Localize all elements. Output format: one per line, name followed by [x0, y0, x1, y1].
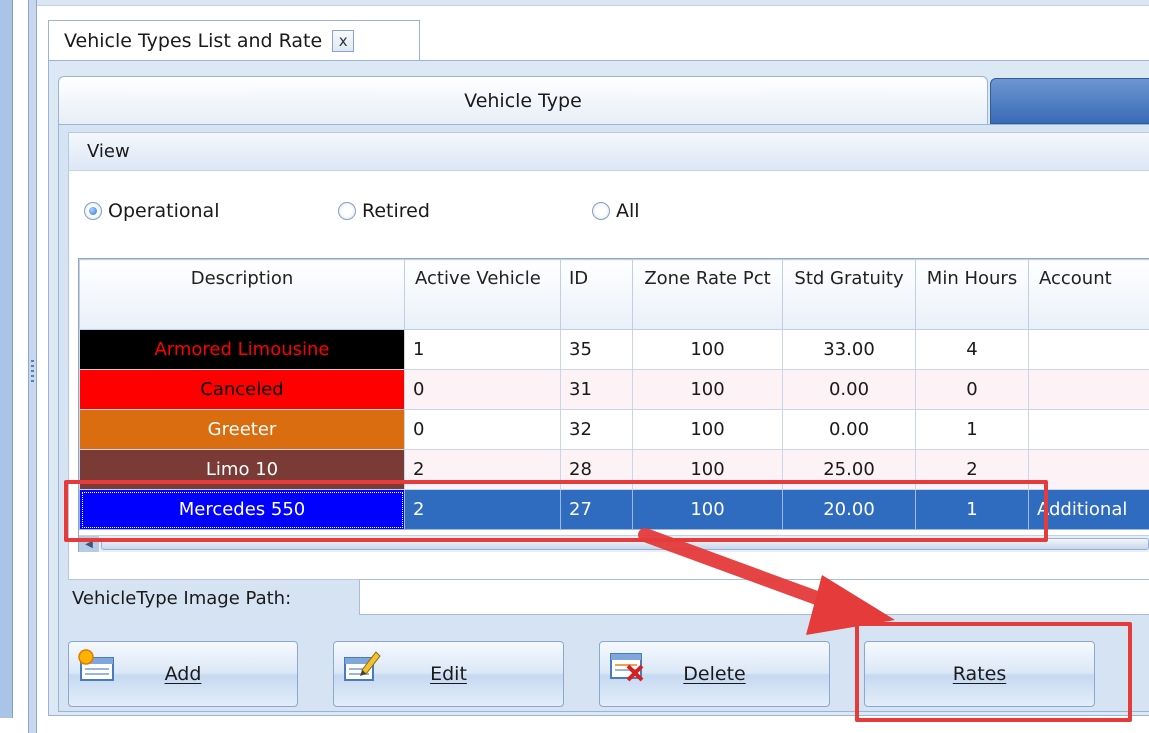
cell-min-hours[interactable]: 1: [915, 409, 1029, 450]
document-tab-title: Vehicle Types List and Rate: [64, 29, 323, 52]
cell-active-vehicle[interactable]: 0: [404, 369, 561, 410]
view-header: View: [69, 133, 1149, 171]
radio-retired[interactable]: Retired: [338, 200, 430, 222]
cell-id[interactable]: 35: [560, 329, 633, 370]
document-tab[interactable]: Vehicle Types List and Rate x: [48, 20, 420, 60]
add-button[interactable]: Add: [68, 641, 298, 707]
table-row[interactable]: Armored Limousine 1 35 100 33.00 4: [79, 329, 1149, 370]
radio-all[interactable]: All: [592, 200, 640, 222]
radio-unselected-icon: [592, 202, 610, 220]
cell-min-hours[interactable]: 0: [915, 369, 1029, 410]
radio-operational-label: Operational: [108, 200, 220, 222]
col-zone-rate-pct[interactable]: Zone Rate Pct: [632, 259, 783, 330]
add-button-label: Add: [164, 663, 202, 685]
delete-button-label: Delete: [683, 663, 746, 685]
splitter-grip[interactable]: [31, 360, 34, 382]
cell-description[interactable]: Armored Limousine: [79, 329, 405, 370]
rates-button-highlight: [855, 622, 1132, 722]
image-path-label: VehicleType Image Path:: [72, 588, 292, 609]
panel-splitter[interactable]: [28, 0, 37, 733]
col-description[interactable]: Description: [79, 259, 405, 330]
cell-zone-rate-pct[interactable]: 100: [632, 369, 783, 410]
radio-selected-icon: [84, 202, 102, 220]
col-active-vehicle[interactable]: Active Vehicle: [404, 259, 561, 330]
image-path-input[interactable]: [359, 579, 1149, 615]
col-id[interactable]: ID: [560, 259, 633, 330]
view-header-label: View: [87, 141, 130, 162]
radio-all-label: All: [616, 200, 640, 222]
table-row[interactable]: Canceled 0 31 100 0.00 0: [79, 369, 1149, 410]
cell-account[interactable]: [1028, 369, 1149, 410]
cell-std-gratuity[interactable]: 33.00: [782, 329, 916, 370]
cell-id[interactable]: 31: [560, 369, 633, 410]
cell-std-gratuity[interactable]: 0.00: [782, 369, 916, 410]
cell-active-vehicle[interactable]: 0: [404, 409, 561, 450]
table-row[interactable]: Greeter 0 32 100 0.00 1: [79, 409, 1149, 450]
edit-button[interactable]: Edit: [333, 641, 564, 707]
edit-icon: [344, 651, 381, 681]
tab-vehicle-type[interactable]: Vehicle Type: [58, 76, 988, 124]
cell-zone-rate-pct[interactable]: 100: [632, 409, 783, 450]
col-std-gratuity[interactable]: Std Gratuity: [782, 259, 916, 330]
close-tab-icon[interactable]: x: [332, 29, 355, 52]
cell-min-hours[interactable]: 4: [915, 329, 1029, 370]
radio-unselected-icon: [338, 202, 356, 220]
radio-operational[interactable]: Operational: [84, 200, 219, 222]
radio-retired-label: Retired: [362, 200, 430, 222]
add-icon: [78, 649, 114, 681]
tab-vehicle-type-label: Vehicle Type: [464, 89, 582, 112]
selected-row-highlight: [64, 480, 1048, 542]
grid-header-row: Description Active Vehicle ID Zone Rate …: [79, 259, 1149, 330]
left-panel-edge: [0, 0, 13, 718]
cell-zone-rate-pct[interactable]: 100: [632, 329, 783, 370]
cell-active-vehicle[interactable]: 1: [404, 329, 561, 370]
cell-id[interactable]: 32: [560, 409, 633, 450]
col-min-hours[interactable]: Min Hours: [915, 259, 1029, 330]
tab-next[interactable]: [990, 78, 1149, 124]
edit-button-label: Edit: [430, 663, 467, 685]
cell-std-gratuity[interactable]: 0.00: [782, 409, 916, 450]
cell-description[interactable]: Canceled: [79, 369, 405, 410]
cell-description[interactable]: Greeter: [79, 409, 405, 450]
cell-account[interactable]: [1028, 409, 1149, 450]
delete-button[interactable]: Delete: [599, 641, 830, 707]
top-border: [37, 0, 1149, 6]
delete-icon: [610, 653, 644, 682]
cell-account[interactable]: [1028, 329, 1149, 370]
col-account[interactable]: Account: [1028, 259, 1149, 330]
